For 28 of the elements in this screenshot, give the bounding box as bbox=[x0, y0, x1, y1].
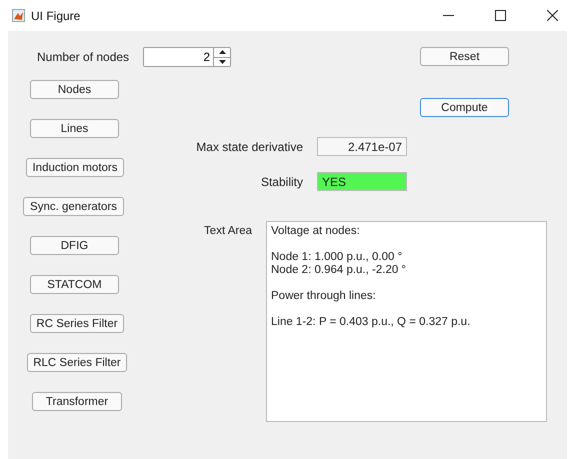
text-line: Node 1: 1.000 p.u., 0.00 ° bbox=[271, 251, 404, 264]
reset-button[interactable]: Reset bbox=[420, 47, 509, 66]
text-area-label: Text Area bbox=[203, 224, 252, 237]
component-button[interactable]: DFIG bbox=[30, 236, 119, 255]
compute-button[interactable]: Compute bbox=[420, 98, 509, 117]
stability-field: YES bbox=[317, 172, 407, 191]
maximize-icon[interactable] bbox=[494, 10, 506, 21]
text-line: Line 1-2: P = 0.403 p.u., Q = 0.327 p.u. bbox=[271, 316, 472, 329]
text-line: Power through lines: bbox=[271, 290, 377, 303]
field-label: Max state derivative bbox=[195, 140, 303, 154]
nodes-spinner[interactable]: 2 bbox=[143, 47, 232, 67]
app-logo-icon bbox=[12, 9, 25, 22]
component-button[interactable]: STATCOM bbox=[30, 275, 119, 294]
component-button[interactable]: Induction motors bbox=[26, 158, 124, 177]
component-button[interactable]: Transformer bbox=[32, 392, 122, 411]
component-button[interactable]: Lines bbox=[30, 119, 119, 138]
field-label: Stability bbox=[260, 174, 303, 188]
close-icon[interactable] bbox=[546, 10, 558, 21]
text-line: Voltage at nodes: bbox=[271, 225, 361, 238]
text-line: Node 2: 0.964 p.u., -2.20 ° bbox=[271, 264, 408, 277]
nodes-label: Number of nodes bbox=[37, 50, 130, 64]
component-button[interactable]: RC Series Filter bbox=[30, 314, 124, 333]
component-button[interactable]: Nodes bbox=[30, 80, 119, 99]
component-button[interactable]: Sync. generators bbox=[23, 197, 124, 216]
component-button[interactable]: RLC Series Filter bbox=[27, 353, 127, 372]
window-title: UI Figure bbox=[31, 8, 82, 22]
text-area[interactable]: Voltage at nodes: Node 1: 1.000 p.u., 0.00 ° Node 2: 0.964 p.u., -2.20 ° Power through lines: Line 1-2: P = 0.403 p.u., Q = 0.327 p.u. bbox=[266, 221, 547, 422]
max-derivative-field: 2.471e-07 bbox=[317, 137, 407, 156]
